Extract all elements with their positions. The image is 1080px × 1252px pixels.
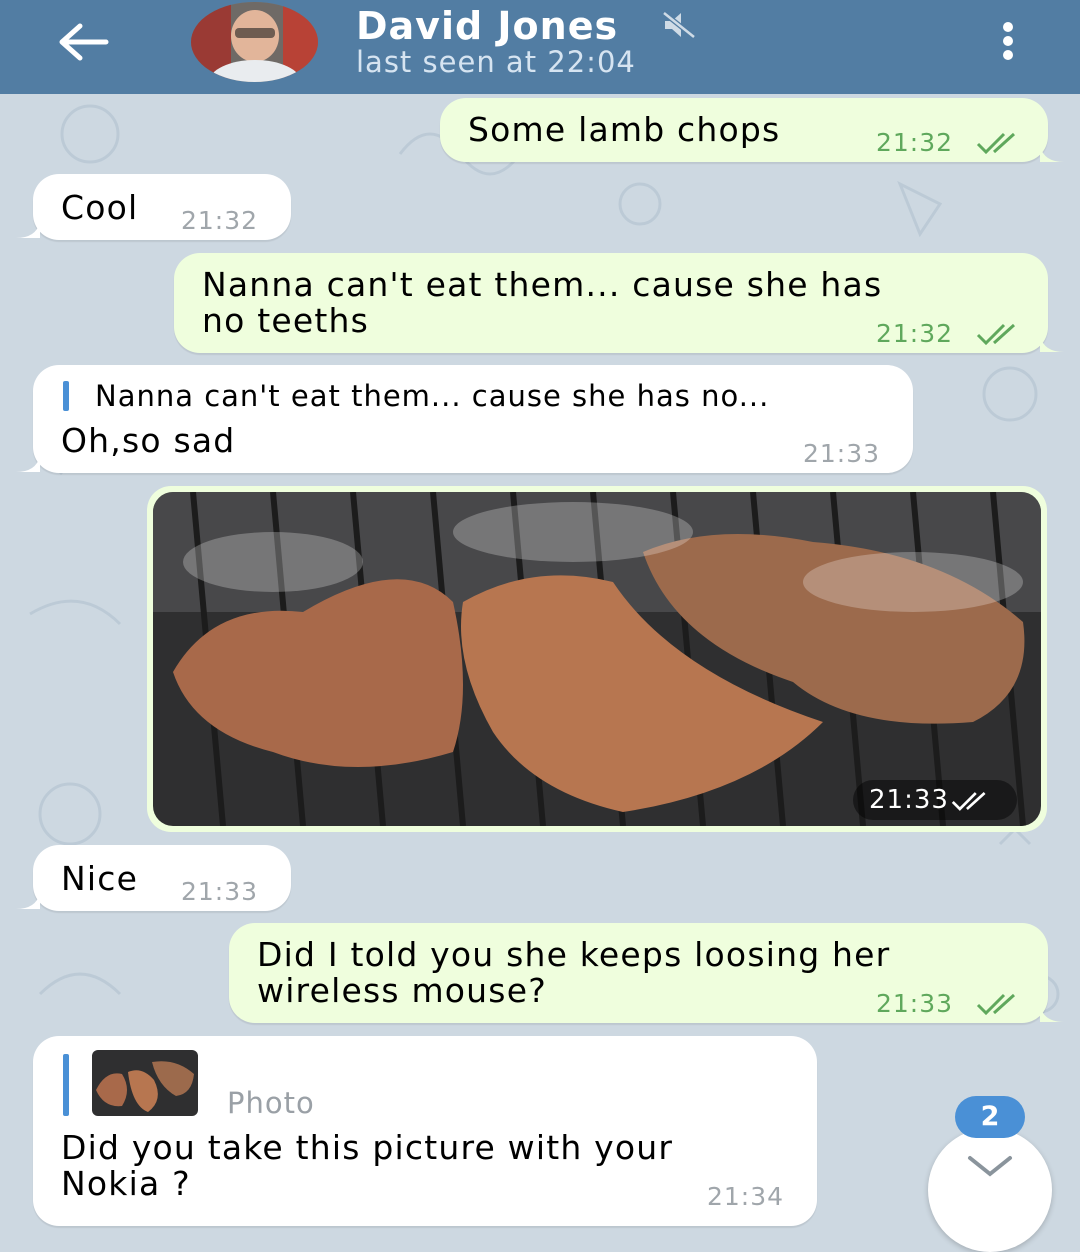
message-bubble-outgoing[interactable]: Some lamb chops 21:32: [440, 98, 1048, 162]
double-check-icon: [976, 132, 1016, 154]
message-time: 21:33: [181, 877, 259, 906]
message-bubble-incoming[interactable]: Nice 21:33: [33, 845, 291, 911]
photo-message[interactable]: 21:33: [147, 486, 1047, 832]
reply-label[interactable]: Photo: [227, 1086, 315, 1120]
grill-photo[interactable]: [153, 492, 1041, 826]
message-bubble-outgoing[interactable]: Did I told you she keeps loosing her wir…: [229, 923, 1048, 1023]
message-time: 21:34: [707, 1182, 785, 1211]
reply-photo-thumbnail[interactable]: [92, 1050, 198, 1116]
double-check-icon: [951, 792, 986, 811]
message-text: Cool: [61, 188, 139, 227]
message-time: 21:32: [876, 319, 954, 348]
message-text-line: Nanna can't eat them... cause she has: [202, 265, 883, 304]
message-time: 21:33: [803, 439, 881, 468]
message-text: Some lamb chops: [468, 110, 781, 149]
reply-bar: [63, 1054, 69, 1116]
bubble-tail: [16, 222, 40, 238]
message-text: Nice: [61, 859, 139, 898]
message-bubble-outgoing[interactable]: Nanna can't eat them... cause she has no…: [174, 253, 1048, 353]
message-text-line: Nokia ?: [61, 1164, 191, 1203]
bubble-tail: [1040, 1006, 1064, 1022]
message-time: 21:32: [181, 206, 259, 235]
muted-speaker-icon: [662, 11, 696, 39]
contact-name[interactable]: David Jones: [356, 4, 618, 48]
unread-count-badge: 2: [955, 1096, 1025, 1138]
photo-time-badge: 21:33: [853, 780, 1017, 820]
chat-header: David Jones last seen at 22:04: [0, 0, 1080, 94]
reply-preview[interactable]: Nanna can't eat them... cause she has no…: [95, 379, 769, 413]
message-bubble-incoming-reply[interactable]: Nanna can't eat them... cause she has no…: [33, 365, 913, 473]
reply-bar: [63, 381, 69, 411]
avatar[interactable]: [191, 2, 318, 82]
message-text-line: Did you take this picture with your: [61, 1128, 674, 1167]
bubble-tail: [16, 456, 40, 472]
last-seen-status: last seen at 22:04: [356, 45, 636, 79]
message-time: 21:33: [869, 785, 949, 815]
message-text-line: no teeths: [202, 301, 369, 340]
message-text-line: Did I told you she keeps loosing her: [257, 935, 891, 974]
bubble-tail: [1040, 146, 1064, 162]
arrow-left-icon[interactable]: [56, 22, 112, 62]
message-text-line: wireless mouse?: [257, 971, 547, 1010]
message-time: 21:33: [876, 989, 954, 1018]
double-check-icon: [976, 323, 1016, 345]
message-bubble-incoming[interactable]: Cool 21:32: [33, 174, 291, 240]
message-time: 21:32: [876, 128, 954, 157]
bubble-tail: [16, 893, 40, 909]
more-vertical-icon[interactable]: [995, 20, 1021, 64]
double-check-icon: [976, 993, 1016, 1015]
bubble-tail: [1040, 336, 1064, 352]
message-text: Oh,so sad: [61, 421, 236, 460]
chevron-down-icon: [968, 1156, 1012, 1177]
scroll-down-button[interactable]: [928, 1128, 1052, 1252]
